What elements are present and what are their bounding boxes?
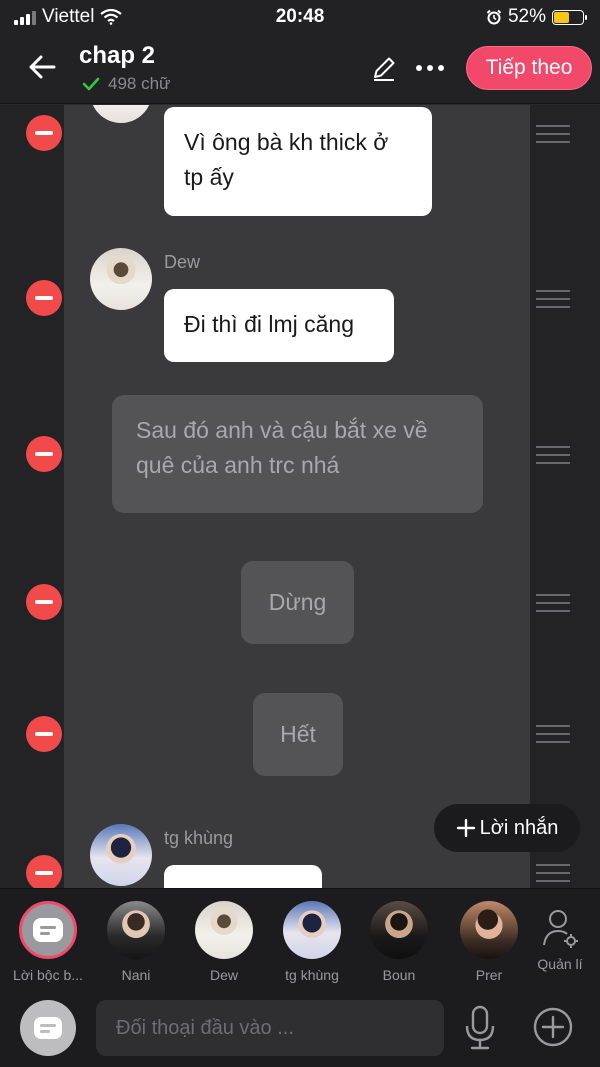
narration-bubble[interactable]: Dừng: [241, 561, 354, 644]
narration-mode-button[interactable]: [20, 1000, 76, 1056]
battery-percent: 52%: [507, 6, 546, 27]
narration-icon: [34, 1017, 62, 1039]
character-boun[interactable]: Boun: [357, 901, 441, 983]
character-selector: Lời bộc b... Nani Dew tg khùng Boun Prer: [0, 888, 600, 988]
character-tg-khung[interactable]: tg khùng: [270, 901, 354, 983]
drag-handle-icon[interactable]: [536, 594, 570, 612]
drag-handle-icon[interactable]: [536, 864, 570, 882]
chapter-header: chap 2 498 chữ Tiếp theo: [0, 34, 600, 104]
drag-handle-icon[interactable]: [536, 725, 570, 743]
message-list[interactable]: Vì ông bà kh thick ở tp ấy Dew Đi thì đi…: [0, 105, 600, 888]
drag-handle-icon[interactable]: [536, 290, 570, 308]
delete-column: [0, 105, 64, 888]
pencil-icon[interactable]: [370, 54, 398, 82]
avatar-dew: [195, 901, 253, 959]
character-label: tg khùng: [285, 967, 339, 983]
drag-handle-icon[interactable]: [536, 125, 570, 143]
message-bubble[interactable]: [164, 865, 322, 888]
word-count-row: 498 chữ: [82, 74, 170, 94]
character-label: Quản lí: [537, 956, 583, 972]
narrator-avatar: [19, 901, 77, 959]
manage-users-icon: [543, 910, 578, 948]
avatar-tg-khung: [90, 824, 152, 886]
delete-message-button[interactable]: [26, 280, 62, 316]
next-button[interactable]: Tiếp theo: [466, 46, 592, 90]
character-label: Boun: [382, 967, 416, 983]
character-label: Dew: [209, 967, 238, 983]
delete-message-button[interactable]: [26, 584, 62, 620]
message-bubble[interactable]: Vì ông bà kh thick ở tp ấy: [164, 107, 432, 216]
chapter-title: chap 2: [79, 42, 156, 69]
status-bar: Viettel 20:48 52%: [0, 0, 600, 34]
character-narrator[interactable]: Lời bộc b...: [6, 901, 90, 983]
back-arrow-icon[interactable]: [26, 50, 60, 84]
status-right-group: 52%: [486, 6, 587, 28]
speaker-name: tg khùng: [164, 828, 234, 848]
word-count: 498 chữ: [108, 74, 171, 93]
narration-icon: [33, 918, 63, 942]
avatar-tg-khung: [283, 901, 341, 959]
character-label: Lời bộc b...: [13, 967, 83, 983]
character-dew[interactable]: Dew: [182, 901, 266, 983]
battery-fill: [554, 11, 569, 23]
alarm-icon: [486, 9, 502, 25]
delete-message-button[interactable]: [26, 716, 62, 752]
delete-message-button[interactable]: [26, 855, 62, 888]
input-bar: [0, 988, 600, 1067]
drag-handle-icon[interactable]: [536, 446, 570, 464]
avatar-dew: [90, 248, 152, 310]
microphone-icon[interactable]: [462, 1004, 498, 1052]
dialogue-input[interactable]: [96, 1000, 444, 1056]
delete-message-button[interactable]: [26, 115, 62, 151]
manage-characters-button[interactable]: Quản lí: [518, 901, 600, 972]
more-options-icon[interactable]: [416, 56, 452, 80]
delete-message-button[interactable]: [26, 436, 62, 472]
add-note-label: Lời nhắn: [479, 816, 559, 839]
reorder-column: [530, 105, 600, 888]
avatar-boun: [370, 901, 428, 959]
chat-story-editor-screen: Viettel 20:48 52% chap 2 498 chữ Tiếp th…: [0, 0, 600, 1067]
character-nani[interactable]: Nani: [94, 901, 178, 983]
avatar-nani: [107, 901, 165, 959]
check-icon: [82, 77, 100, 91]
message-bubble[interactable]: Đi thì đi lmj căng: [164, 289, 394, 362]
narration-bubble[interactable]: Sau đó anh và cậu bắt xe về quê của anh …: [112, 395, 483, 513]
character-label: Nani: [121, 967, 151, 983]
speaker-name: Dew: [164, 252, 201, 272]
battery-icon: [552, 9, 587, 25]
plus-icon: [456, 818, 475, 838]
add-note-button[interactable]: Lời nhắn: [434, 804, 580, 852]
narration-bubble[interactable]: Hết: [253, 693, 343, 776]
add-circle-icon[interactable]: [532, 1006, 574, 1048]
avatar-prer: [460, 901, 518, 959]
